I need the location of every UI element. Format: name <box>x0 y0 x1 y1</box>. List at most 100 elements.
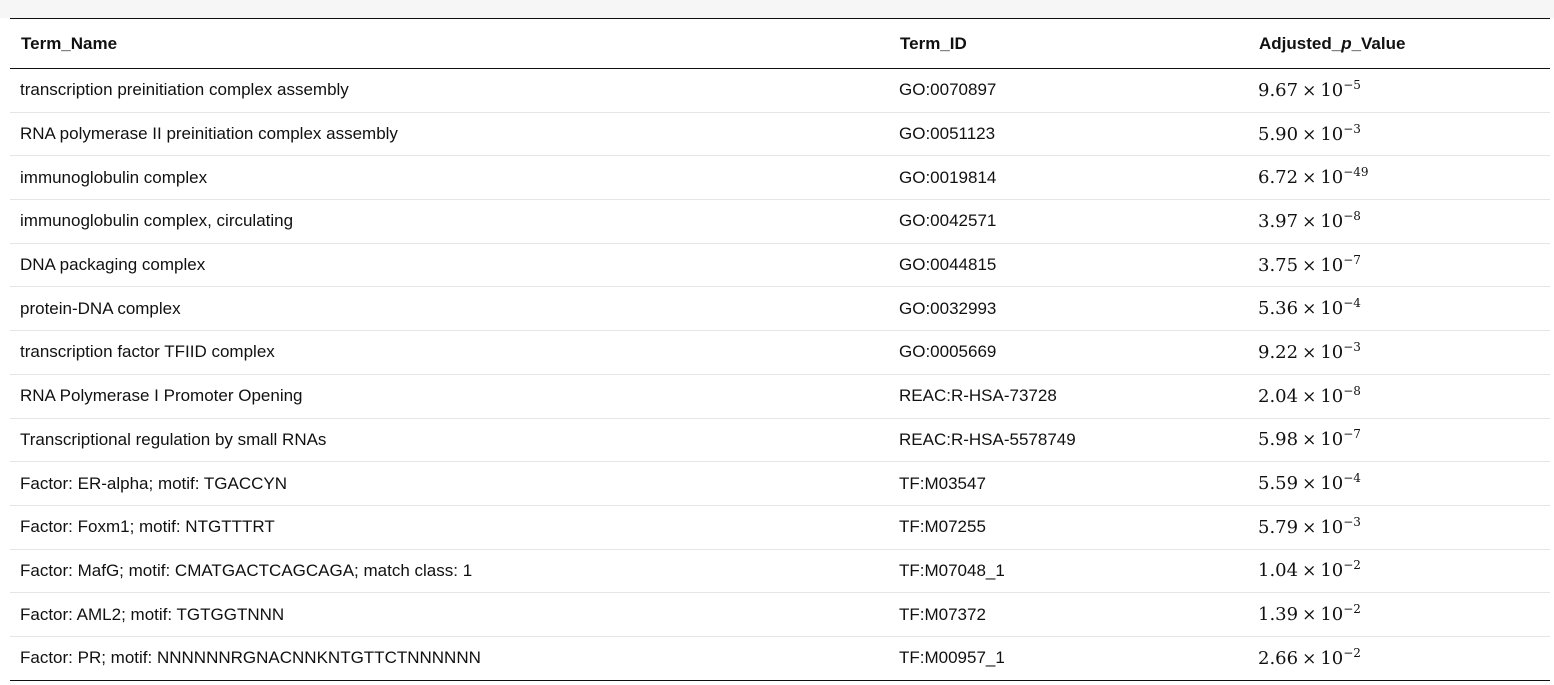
p-value-base: 10 <box>1320 167 1344 189</box>
p-value-mantissa: 5.59 <box>1258 473 1299 495</box>
p-value-exponent: −8 <box>1343 383 1361 398</box>
table-row: Factor: PR; motif: NNNNNNRGNACNNKNTGTTCT… <box>10 636 1550 681</box>
times-symbol: × <box>1302 211 1317 232</box>
p-value-exponent: −3 <box>1343 514 1361 529</box>
p-value-mantissa: 5.98 <box>1258 429 1299 451</box>
times-symbol: × <box>1302 299 1317 320</box>
term-id-cell: TF:M00957_1 <box>899 648 1005 668</box>
table-row: transcription preinitiation complex asse… <box>10 69 1550 113</box>
times-symbol: × <box>1302 386 1317 407</box>
p-value-mantissa: 9.67 <box>1258 79 1299 101</box>
table-row: Factor: AML2; motif: TGTGGTNNN TF:M07372 1… <box>10 593 1550 637</box>
term-id-cell: GO:0042571 <box>899 211 997 231</box>
term-name-cell: Factor: ER-alpha; motif: TGACCYN <box>20 473 288 493</box>
term-name-cell: transcription factor TFIID complex <box>20 342 275 362</box>
term-id-cell: GO:0044815 <box>899 255 997 275</box>
table-row: DNA packaging complex GO:0044815 3.75 × 10−7 <box>10 243 1550 287</box>
p-value-base: 10 <box>1320 210 1344 232</box>
term-name-cell: Factor: MafG; motif: CMATGACTCAGCAGA; ma… <box>20 560 473 580</box>
table-row: Transcriptional regulation by small RNAs… <box>10 418 1550 462</box>
adjusted-p-value-cell: 1.04 × 10−2 <box>1248 549 1550 593</box>
term-id-cell: GO:0051123 <box>899 124 996 144</box>
term-id-cell: GO:0070897 <box>899 80 997 100</box>
term-id-cell: TF:M07372 <box>899 604 986 624</box>
table-row: RNA polymerase II preinitiation complex … <box>10 112 1550 156</box>
p-value-base: 10 <box>1320 516 1344 538</box>
term-name-cell: immunoglobulin complex <box>20 167 208 187</box>
p-value-base: 10 <box>1320 560 1344 582</box>
times-symbol: × <box>1302 474 1317 495</box>
table-row: Factor: MafG; motif: CMATGACTCAGCAGA; ma… <box>10 549 1550 593</box>
p-value-base: 10 <box>1320 123 1344 145</box>
table-row: Factor: ER-alpha; motif: TGACCYN TF:M0354… <box>10 462 1550 506</box>
p-value-base: 10 <box>1320 385 1344 407</box>
term-id-cell: GO:0019814 <box>899 167 997 187</box>
term-id-cell: TF:M03547 <box>899 473 986 493</box>
p-value-base: 10 <box>1320 298 1344 320</box>
header-adjusted-p-value: Adjusted_p_Value <box>1248 19 1550 69</box>
table-row: immunoglobulin complex, circulating GO:00… <box>10 200 1550 244</box>
adjusted-p-value-cell: 5.79 × 10−3 <box>1248 505 1550 549</box>
p-value-mantissa: 3.97 <box>1258 210 1299 232</box>
adjusted-p-value-cell: 6.72 × 10−49 <box>1248 156 1550 200</box>
table-header-row: Term_Name Term_ID Adjusted_p_Value <box>10 18 1550 69</box>
p-value-mantissa: 5.79 <box>1258 516 1299 538</box>
p-value-base: 10 <box>1320 254 1344 276</box>
adjusted-p-value-cell: 2.04 × 10−8 <box>1248 374 1550 418</box>
term-name-cell: DNA packaging complex <box>20 255 206 275</box>
results-table-container: Term_Name Term_ID Adjusted_p_Value trans… <box>10 18 1550 681</box>
times-symbol: × <box>1302 517 1317 538</box>
adjusted-p-value-cell: 1.39 × 10−2 <box>1248 593 1550 637</box>
table-row: immunoglobulin complex GO:0019814 6.72 × 10−… <box>10 156 1550 200</box>
p-value-exponent: −4 <box>1343 296 1361 311</box>
p-value-exponent: −2 <box>1343 645 1361 660</box>
header-term-name: Term_Name <box>21 33 118 53</box>
times-symbol: × <box>1302 80 1317 101</box>
adjusted-p-value-cell: 5.98 × 10−7 <box>1248 418 1550 462</box>
adjusted-p-value-cell: 5.36 × 10−4 <box>1248 287 1550 331</box>
p-value-mantissa: 1.04 <box>1258 560 1299 582</box>
p-value-exponent: −3 <box>1343 121 1361 136</box>
p-value-mantissa: 1.39 <box>1258 604 1299 626</box>
p-value-exponent: −8 <box>1343 208 1361 223</box>
p-value-mantissa: 5.90 <box>1258 123 1299 145</box>
times-symbol: × <box>1302 605 1317 626</box>
header-value-suffix: _Value <box>1351 33 1406 53</box>
p-value-exponent: −4 <box>1343 471 1361 486</box>
table-row: Factor: Foxm1; motif: NTGTTTRT TF:M07255 5… <box>10 505 1550 550</box>
p-value-exponent: −7 <box>1343 427 1361 442</box>
p-value-base: 10 <box>1320 79 1344 101</box>
header-term-id: Term_ID <box>900 33 967 53</box>
p-value-exponent: −5 <box>1343 77 1361 92</box>
p-value-base: 10 <box>1320 604 1344 626</box>
term-name-cell: RNA Polymerase I Promoter Opening <box>20 386 303 406</box>
table-row: protein-DNA complex GO:0032993 5.36 × 10−4 <box>10 287 1550 331</box>
term-id-cell: REAC:R-HSA-5578749 <box>899 429 1076 449</box>
times-symbol: × <box>1302 124 1317 145</box>
p-value-exponent: −2 <box>1343 602 1361 617</box>
adjusted-p-value-cell: 5.90 × 10−3 <box>1248 112 1550 156</box>
times-symbol: × <box>1302 168 1317 189</box>
term-id-cell: GO:0005669 <box>899 342 997 362</box>
adjusted-p-value-cell: 3.75 × 10−7 <box>1248 243 1550 287</box>
p-value-base: 10 <box>1320 429 1344 451</box>
term-id-cell: TF:M07048_1 <box>899 560 1005 580</box>
p-value-mantissa: 2.04 <box>1258 385 1299 407</box>
table-row: transcription factor TFIID complex GO:000… <box>10 331 1550 375</box>
term-id-cell: GO:0032993 <box>899 298 997 318</box>
term-id-cell: TF:M07255 <box>899 517 986 537</box>
p-value-mantissa: 2.66 <box>1258 647 1299 669</box>
term-name-cell: Transcriptional regulation by small RNAs <box>20 429 327 449</box>
p-value-mantissa: 6.72 <box>1258 167 1299 189</box>
header-p-symbol: p <box>1341 33 1352 53</box>
p-value-exponent: −3 <box>1343 339 1361 354</box>
times-symbol: × <box>1302 342 1317 363</box>
adjusted-p-value-cell: 3.97 × 10−8 <box>1248 200 1550 244</box>
term-id-cell: REAC:R-HSA-73728 <box>899 386 1057 406</box>
p-value-mantissa: 3.75 <box>1258 254 1299 276</box>
times-symbol: × <box>1302 430 1317 451</box>
p-value-base: 10 <box>1320 473 1344 495</box>
header-adjusted-prefix: Adjusted_ <box>1259 33 1342 53</box>
term-name-cell: Factor: Foxm1; motif: NTGTTTRT <box>20 517 275 537</box>
times-symbol: × <box>1302 561 1317 582</box>
